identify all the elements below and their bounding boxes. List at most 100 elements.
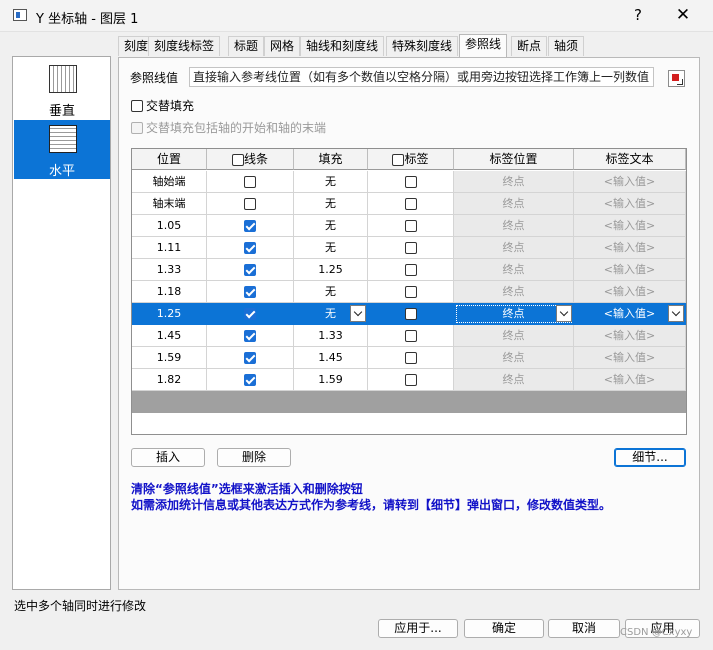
cell-fill[interactable]: 无: [294, 281, 368, 303]
cell-fill[interactable]: 无: [294, 237, 368, 259]
apply-to-button[interactable]: 应用于...: [378, 619, 458, 638]
cell-position[interactable]: 1.11: [132, 237, 207, 259]
cell-position[interactable]: 1.33: [132, 259, 207, 281]
cell-line[interactable]: [207, 237, 294, 259]
label-checkbox[interactable]: [404, 352, 417, 364]
tab-breaks[interactable]: 断点: [511, 36, 548, 56]
cell-label[interactable]: [368, 325, 454, 347]
cell-label-text-dropdown[interactable]: <输入值>: [574, 303, 686, 325]
reference-values-input[interactable]: 直接输入参考线位置（如有多个数值以空格分隔）或用旁边按钮选择工作簿上一列数值: [189, 67, 654, 87]
cell-line[interactable]: [207, 325, 294, 347]
line-checkbox[interactable]: [244, 286, 256, 298]
cell-fill[interactable]: 无: [294, 215, 368, 237]
tab-tick-labels[interactable]: 刻度线标签: [148, 36, 221, 56]
table-row[interactable]: 1.59 1.45 终点 <输入值>: [132, 347, 686, 369]
cell-position[interactable]: 1.82: [132, 369, 207, 391]
axis-item-horizontal[interactable]: 水平: [14, 120, 110, 179]
cell-label[interactable]: [368, 369, 454, 391]
axis-item-vertical[interactable]: 垂直: [14, 60, 110, 119]
table-row[interactable]: 1.11 无 终点 <输入值>: [132, 237, 686, 259]
line-checkbox[interactable]: [244, 220, 256, 232]
close-button[interactable]: ✕: [671, 4, 695, 26]
cancel-button[interactable]: 取消: [548, 619, 620, 638]
cell-position[interactable]: 轴末端: [132, 193, 207, 215]
cell-fill[interactable]: 1.45: [294, 347, 368, 369]
tab-reference-lines[interactable]: 参照线: [459, 34, 508, 57]
tab-title[interactable]: 标题: [228, 36, 265, 56]
cell-line[interactable]: [207, 281, 294, 303]
cell-line[interactable]: [207, 171, 294, 193]
chevron-down-icon[interactable]: [668, 305, 684, 322]
line-checkbox[interactable]: [244, 308, 256, 320]
line-checkbox[interactable]: [244, 330, 256, 342]
header-line[interactable]: 线条: [207, 149, 294, 170]
line-checkbox[interactable]: [244, 352, 256, 364]
cell-label-position-dropdown[interactable]: 终点: [454, 303, 574, 325]
cell-fill[interactable]: 无: [294, 171, 368, 193]
label-checkbox[interactable]: [404, 198, 417, 210]
cell-fill[interactable]: 1.59: [294, 369, 368, 391]
cell-label[interactable]: [368, 215, 454, 237]
table-row[interactable]: 1.33 1.25 终点 <输入值>: [132, 259, 686, 281]
tab-grid[interactable]: 网格: [264, 36, 301, 56]
label-checkbox[interactable]: [404, 286, 417, 298]
label-checkbox[interactable]: [404, 242, 417, 254]
tab-axis-line-ticks[interactable]: 轴线和刻度线: [300, 36, 385, 56]
table-row[interactable]: 轴始端 无 终点 <输入值>: [132, 171, 686, 193]
cell-label[interactable]: [368, 281, 454, 303]
chevron-down-icon[interactable]: [556, 305, 572, 322]
cell-position[interactable]: 轴始端: [132, 171, 207, 193]
cell-position[interactable]: 1.05: [132, 215, 207, 237]
table-row[interactable]: 1.18 无 终点 <输入值>: [132, 281, 686, 303]
cell-line[interactable]: [207, 347, 294, 369]
table-row[interactable]: 轴末端 无 终点 <输入值>: [132, 193, 686, 215]
cell-label[interactable]: [368, 193, 454, 215]
cell-fill[interactable]: 1.25: [294, 259, 368, 281]
label-checkbox[interactable]: [404, 374, 417, 386]
header-label[interactable]: 标签: [368, 149, 454, 170]
table-row[interactable]: 1.25 无 终点 <输入值>: [132, 303, 686, 325]
cell-fill-dropdown[interactable]: 无: [294, 303, 368, 325]
line-checkbox[interactable]: [244, 176, 256, 188]
cell-line[interactable]: [207, 303, 294, 325]
insert-button[interactable]: 插入: [131, 448, 205, 467]
chevron-down-icon[interactable]: [350, 305, 366, 322]
table-row[interactable]: 1.05 无 终点 <输入值>: [132, 215, 686, 237]
cell-fill[interactable]: 1.33: [294, 325, 368, 347]
alternate-fill-option[interactable]: 交替填充: [131, 97, 194, 114]
cell-label[interactable]: [368, 303, 454, 325]
line-checkbox[interactable]: [244, 198, 256, 210]
label-checkbox[interactable]: [404, 264, 417, 276]
cell-label[interactable]: [368, 347, 454, 369]
cell-fill[interactable]: 无: [294, 193, 368, 215]
label-checkbox[interactable]: [404, 220, 417, 232]
cell-line[interactable]: [207, 259, 294, 281]
header-label-checkbox[interactable]: [392, 153, 405, 166]
select-column-icon[interactable]: [668, 70, 685, 87]
cell-position[interactable]: 1.45: [132, 325, 207, 347]
label-checkbox[interactable]: [404, 330, 417, 342]
cell-label[interactable]: [368, 259, 454, 281]
cell-position[interactable]: 1.18: [132, 281, 207, 303]
line-checkbox[interactable]: [244, 264, 256, 276]
alternate-fill-checkbox[interactable]: [131, 99, 143, 112]
table-row[interactable]: 1.82 1.59 终点 <输入值>: [132, 369, 686, 391]
delete-button[interactable]: 删除: [217, 448, 291, 467]
cell-line[interactable]: [207, 193, 294, 215]
table-row[interactable]: 1.45 1.33 终点 <输入值>: [132, 325, 686, 347]
cell-position[interactable]: 1.59: [132, 347, 207, 369]
help-button[interactable]: ?: [626, 4, 650, 26]
cell-line[interactable]: [207, 215, 294, 237]
label-checkbox[interactable]: [404, 176, 417, 188]
header-line-checkbox[interactable]: [231, 153, 244, 166]
ok-button[interactable]: 确定: [464, 619, 544, 638]
cell-label[interactable]: [368, 237, 454, 259]
line-checkbox[interactable]: [244, 374, 256, 386]
label-checkbox[interactable]: [404, 308, 417, 320]
cell-line[interactable]: [207, 369, 294, 391]
line-checkbox[interactable]: [244, 242, 256, 254]
cell-label[interactable]: [368, 171, 454, 193]
cell-position[interactable]: 1.25: [132, 303, 207, 325]
tab-special-ticks[interactable]: 特殊刻度线: [386, 36, 459, 56]
detail-button[interactable]: 细节...: [614, 448, 686, 467]
